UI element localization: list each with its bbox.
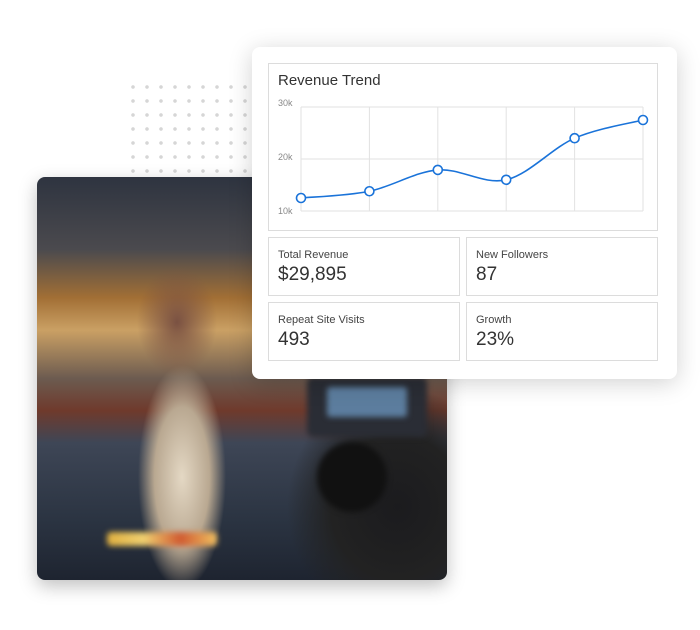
revenue-trend-chart: Revenue Trend 10k 20k 30k [268, 63, 658, 231]
stat-new-followers: New Followers 87 [466, 237, 658, 296]
y-tick-label: 30k [278, 98, 293, 108]
data-point [364, 185, 375, 197]
stat-label: Growth [476, 314, 512, 326]
stat-growth: Growth 23% [466, 302, 658, 361]
data-point [500, 174, 512, 186]
chart-svg: 10k 20k 30k [278, 98, 649, 216]
stat-total-revenue: Total Revenue $29,895 [268, 237, 460, 296]
stat-value: 87 [476, 264, 498, 285]
data-point [637, 114, 649, 126]
data-point [569, 132, 580, 144]
stat-repeat-site-visits: Repeat Site Visits 493 [268, 302, 460, 361]
y-tick-label: 20k [278, 152, 293, 162]
stat-value: 493 [278, 329, 310, 350]
stat-value: $29,895 [278, 264, 347, 285]
stat-label: Total Revenue [278, 249, 349, 261]
revenue-card: Revenue Trend 10k 20k 30k Total Revenue $2… [252, 47, 677, 379]
stat-label: Repeat Site Visits [278, 314, 365, 326]
y-tick-label: 10k [278, 206, 293, 216]
stat-value: 23% [476, 329, 515, 350]
decorative-dot-grid [126, 80, 256, 180]
stat-label: New Followers [476, 249, 549, 261]
data-point [295, 192, 307, 204]
data-point [432, 164, 444, 176]
